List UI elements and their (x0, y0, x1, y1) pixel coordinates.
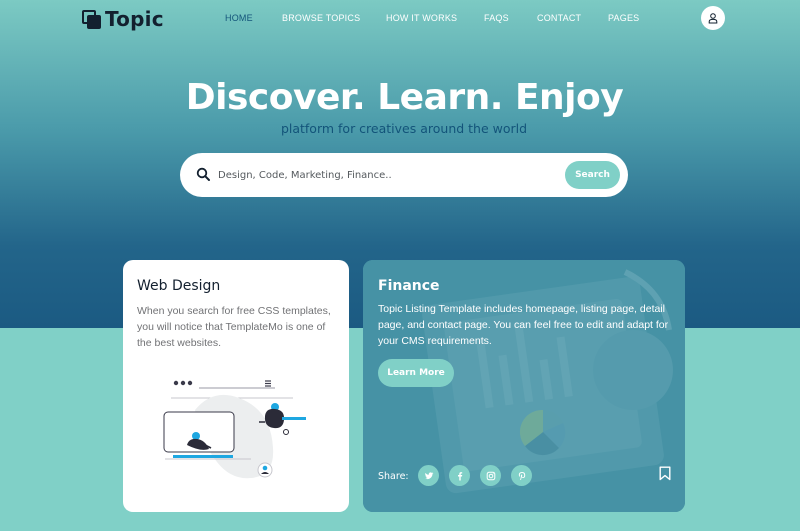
hero-title: Discover. Learn. Enjoy (185, 77, 624, 118)
topic-card-finance[interactable]: Finance Topic Listing Template includes … (363, 260, 685, 512)
search-form: Search (180, 153, 628, 197)
topic-card-web-design[interactable]: Web Design When you search for free CSS … (123, 260, 349, 512)
pinterest-icon (518, 471, 525, 480)
search-input[interactable] (218, 165, 538, 185)
facebook-icon (457, 471, 462, 480)
web-design-illustration (163, 380, 306, 479)
nav-item-contact[interactable]: CONTACT (537, 13, 581, 23)
search-button[interactable]: Search (565, 161, 620, 189)
bookmark-icon[interactable] (659, 466, 671, 481)
user-button[interactable] (701, 6, 725, 30)
user-icon (708, 13, 718, 24)
share-facebook-button[interactable] (449, 465, 470, 486)
nav-item-how-it-works[interactable]: HOW IT WORKS (386, 13, 457, 23)
hero-subtitle: platform for creatives around the world (280, 121, 528, 136)
share-label: Share: (378, 471, 409, 482)
nav-item-faqs[interactable]: FAQS (484, 13, 509, 23)
nav-item-pages[interactable]: PAGES (608, 13, 639, 23)
share-instagram-button[interactable] (480, 465, 501, 486)
navbar: Topic HOME BROWSE TOPICS HOW IT WORKS FA… (0, 0, 800, 36)
learn-more-button[interactable]: Learn More (378, 359, 454, 387)
card-description: Topic Listing Template includes homepage… (378, 303, 669, 347)
nav-item-home[interactable]: HOME (225, 13, 253, 23)
share-pinterest-button[interactable] (511, 465, 532, 486)
share-twitter-button[interactable] (418, 465, 439, 486)
nav-links: HOME BROWSE TOPICS HOW IT WORKS FAQS CON… (0, 13, 800, 25)
card-title: Web Design (137, 278, 221, 294)
twitter-icon (424, 471, 433, 479)
search-icon (196, 167, 210, 181)
card-description: When you search for free CSS templates, … (137, 305, 331, 349)
nav-item-browse-topics[interactable]: BROWSE TOPICS (282, 13, 360, 23)
instagram-icon (486, 471, 495, 480)
card-title: Finance (378, 278, 440, 294)
